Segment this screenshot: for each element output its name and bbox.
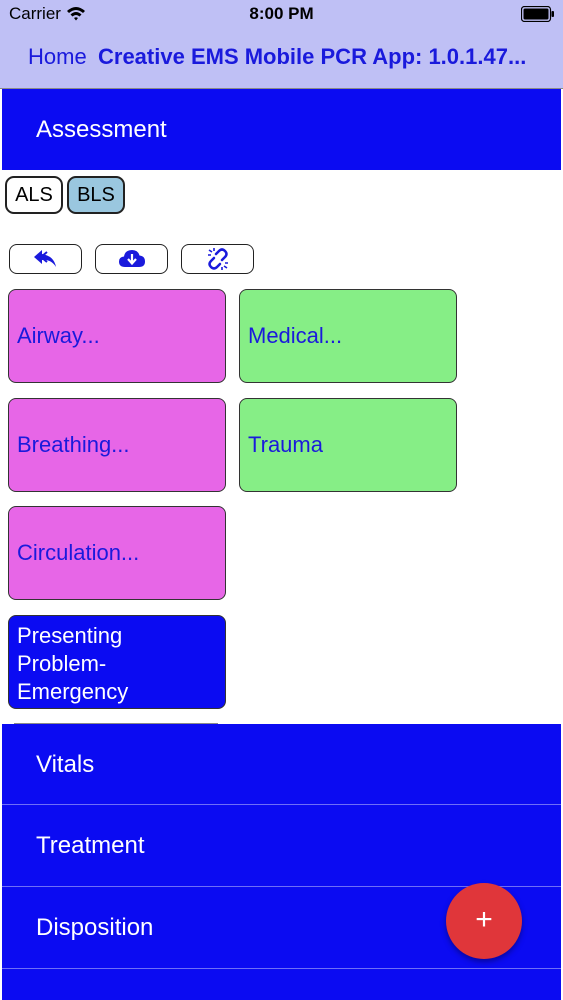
plus-icon: + [475, 903, 493, 936]
section-assessment-label: Assessment [36, 116, 167, 143]
undo-icon [33, 250, 56, 267]
tile-airway[interactable]: Airway... [8, 289, 226, 383]
tile-circulation[interactable]: Circulation... [8, 506, 226, 600]
status-time: 8:00 PM [249, 4, 314, 23]
tile-medical[interactable]: Medical... [239, 289, 457, 383]
section-assessment[interactable]: Assessment [2, 89, 561, 170]
unlink-button[interactable] [181, 244, 254, 274]
section-next-partial[interactable] [2, 969, 561, 1000]
tile-presenting-problem-label: Presenting Problem- Emergency [17, 622, 128, 706]
section-treatment[interactable]: Treatment [2, 805, 561, 886]
add-button[interactable]: + [446, 883, 522, 959]
section-vitals[interactable]: Vitals [2, 724, 561, 804]
home-link[interactable]: Home [28, 44, 87, 70]
tile-presenting-problem[interactable]: Presenting Problem- Emergency [8, 615, 226, 709]
battery-icon [521, 6, 554, 22]
presenting-line-3: Emergency [17, 679, 129, 704]
undo-button[interactable] [9, 244, 82, 274]
presenting-line-1: Presenting [17, 623, 123, 648]
section-treatment-label: Treatment [36, 832, 145, 859]
tile-breathing[interactable]: Breathing... [8, 398, 226, 492]
assessment-panel: ALS BLS Airway... Medical... Breathing..… [2, 170, 561, 724]
app-screen: Carrier 8:00 PM Home Creative EMS Mobile… [0, 0, 563, 1000]
bls-toggle[interactable]: BLS [67, 176, 125, 214]
tile-trauma[interactable]: Trauma [239, 398, 457, 492]
presenting-line-2: Problem- [17, 651, 107, 676]
als-toggle[interactable]: ALS [5, 176, 63, 214]
section-vitals-label: Vitals [36, 751, 95, 778]
top-bar: Carrier 8:00 PM Home Creative EMS Mobile… [0, 0, 563, 88]
unlink-icon [207, 248, 228, 270]
cloud-download-button[interactable] [95, 244, 168, 274]
cloud-download-icon [118, 250, 145, 267]
page-title: Creative EMS Mobile PCR App: 1.0.1.47... [98, 44, 527, 69]
